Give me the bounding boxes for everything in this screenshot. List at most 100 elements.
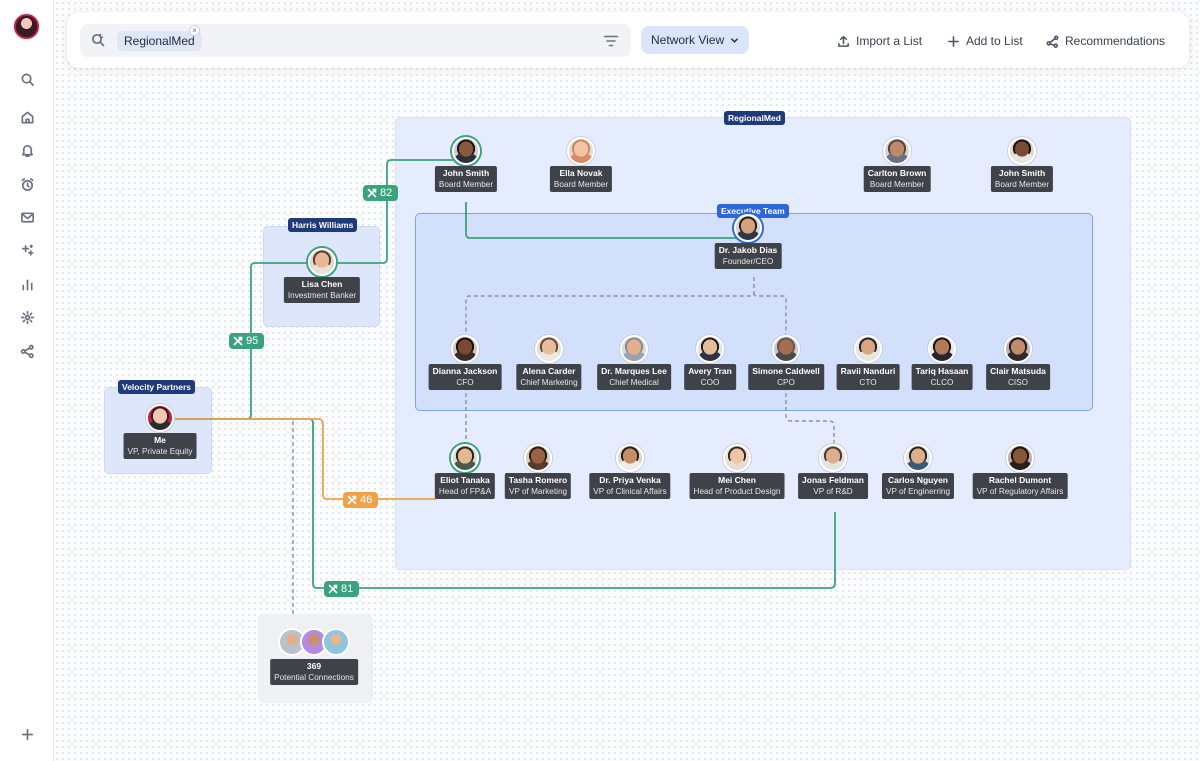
person-name: Dr. Marques Lee xyxy=(601,366,667,376)
avatar xyxy=(819,444,847,472)
potential-connections-label: 369 Potential Connections xyxy=(270,659,358,685)
avatar xyxy=(451,444,479,472)
potential-connections-card[interactable]: 369 Potential Connections xyxy=(258,614,373,703)
person-name: Dianna Jackson xyxy=(432,366,498,376)
avatar xyxy=(734,214,762,242)
person-title: CLCO xyxy=(930,378,954,387)
person-label: John Smith Board Member xyxy=(434,166,498,192)
person-label: Dr. Jakob Dias Founder/CEO xyxy=(714,243,782,269)
person-label: Ella Novak Board Member xyxy=(549,166,613,192)
person-label: Clair Matsuda CISO xyxy=(986,364,1050,390)
person-label: Ravii Nanduri CTO xyxy=(836,364,900,390)
person-title: CTO xyxy=(859,378,877,387)
path-dashed-ceo-simone xyxy=(753,292,787,336)
avatar xyxy=(1008,137,1036,165)
person-name: John Smith xyxy=(442,168,490,178)
person-title: VP, Private Equity xyxy=(127,447,193,456)
avatar xyxy=(928,335,956,363)
person-title: CISO xyxy=(1007,378,1029,387)
link-icon xyxy=(233,336,243,346)
person-label: Alena Carder Chief Marketing xyxy=(516,364,582,390)
person-name: Clair Matsuda xyxy=(990,366,1046,376)
avatar xyxy=(452,137,480,165)
person-label: Eliot Tanaka Head of FP&A xyxy=(434,473,496,499)
avatar xyxy=(524,444,552,472)
person-title: VP of Enginerring xyxy=(885,487,951,496)
person-name: Me xyxy=(154,435,166,445)
person-label: Lisa Chen Investment Banker xyxy=(283,277,361,303)
person-label: Carlos Nguyen VP of Enginerring xyxy=(881,473,955,499)
person-name: Jonas Feldman xyxy=(802,475,864,485)
avatar xyxy=(616,444,644,472)
person-name: Dr. Jakob Dias xyxy=(718,245,778,255)
connection-badge-81[interactable]: 81 xyxy=(324,581,360,597)
person-title: Chief Marketing xyxy=(520,378,578,387)
connection-badge-82[interactable]: 82 xyxy=(363,185,399,201)
person-label: Simone Caldwell CPO xyxy=(748,364,824,390)
person-name: John Smith xyxy=(998,168,1046,178)
person-name: Ella Novak xyxy=(559,168,603,178)
link-icon xyxy=(347,495,357,505)
avatar xyxy=(854,335,882,363)
avatar xyxy=(567,137,595,165)
potential-label: Potential Connections xyxy=(274,673,354,682)
person-name: Alena Carder xyxy=(522,366,576,376)
avatar xyxy=(1004,335,1032,363)
person-label: Dr. Marques Lee Chief Medical xyxy=(597,364,671,390)
group-label-harris-williams: Harris Williams xyxy=(288,218,358,232)
person-label: Tariq Hasaan CLCO xyxy=(911,364,973,390)
group-label-regionalmed: RegionalMed xyxy=(724,111,785,125)
person-name: Avery Tran xyxy=(688,366,732,376)
person-title: Board Member xyxy=(869,180,925,189)
person-name: Tariq Hasaan xyxy=(915,366,969,376)
potential-count: 369 xyxy=(306,661,322,671)
badge-value: 81 xyxy=(341,583,354,595)
person-title: VP of Clinical Affairs xyxy=(593,487,667,496)
person-title: Board Member xyxy=(438,180,494,189)
avatar xyxy=(696,335,724,363)
avatar xyxy=(904,444,932,472)
person-label: Avery Tran COO xyxy=(684,364,736,390)
person-name: Dr. Priya Venka xyxy=(599,475,661,485)
group-label-velocity-partners: Velocity Partners xyxy=(118,380,195,394)
badge-value: 82 xyxy=(380,187,393,199)
person-title: Founder/CEO xyxy=(722,257,774,266)
person-name: Eliot Tanaka xyxy=(440,475,490,485)
person-title: Head of FP&A xyxy=(438,487,492,496)
person-title: Chief Medical xyxy=(609,378,659,387)
person-label: Rachel Dumont VP of Regulatory Affairs xyxy=(972,473,1068,499)
person-name: Carlton Brown xyxy=(867,168,927,178)
avatar xyxy=(620,335,648,363)
person-name: Ravii Nanduri xyxy=(840,366,896,376)
link-icon xyxy=(367,188,377,198)
person-name: Carlos Nguyen xyxy=(888,475,948,485)
person-title: CFO xyxy=(456,378,474,387)
person-label: Jonas Feldman VP of R&D xyxy=(798,473,868,499)
person-title: COO xyxy=(700,378,720,387)
avatar xyxy=(883,137,911,165)
person-name: Tasha Romero xyxy=(508,475,568,485)
link-icon xyxy=(328,584,338,594)
person-label: Dr. Priya Venka VP of Clinical Affairs xyxy=(589,473,671,499)
person-label: Me VP, Private Equity xyxy=(123,433,197,459)
path-john-to-ceo xyxy=(465,202,742,239)
person-title: CPO xyxy=(777,378,795,387)
person-label: Mei Chen Head of Product Design xyxy=(689,473,785,499)
person-title: VP of Marketing xyxy=(508,487,568,496)
person-title: Board Member xyxy=(994,180,1050,189)
person-title: Head of Product Design xyxy=(693,487,781,496)
avatar xyxy=(308,248,336,276)
person-label: Carlton Brown Board Member xyxy=(863,166,931,192)
person-name: Rachel Dumont xyxy=(988,475,1052,485)
avatar xyxy=(535,335,563,363)
person-title: VP of Regulatory Affairs xyxy=(976,487,1064,496)
avatar xyxy=(1006,444,1034,472)
person-name: Simone Caldwell xyxy=(752,366,820,376)
badge-value: 46 xyxy=(360,494,373,506)
connection-badge-46[interactable]: 46 xyxy=(343,492,379,508)
person-label: Dianna Jackson CFO xyxy=(428,364,502,390)
connection-badge-95[interactable]: 95 xyxy=(229,333,265,349)
person-label: John Smith Board Member xyxy=(990,166,1054,192)
person-name: Lisa Chen xyxy=(301,279,343,289)
path-dashed-ceo-dianna xyxy=(465,277,755,336)
